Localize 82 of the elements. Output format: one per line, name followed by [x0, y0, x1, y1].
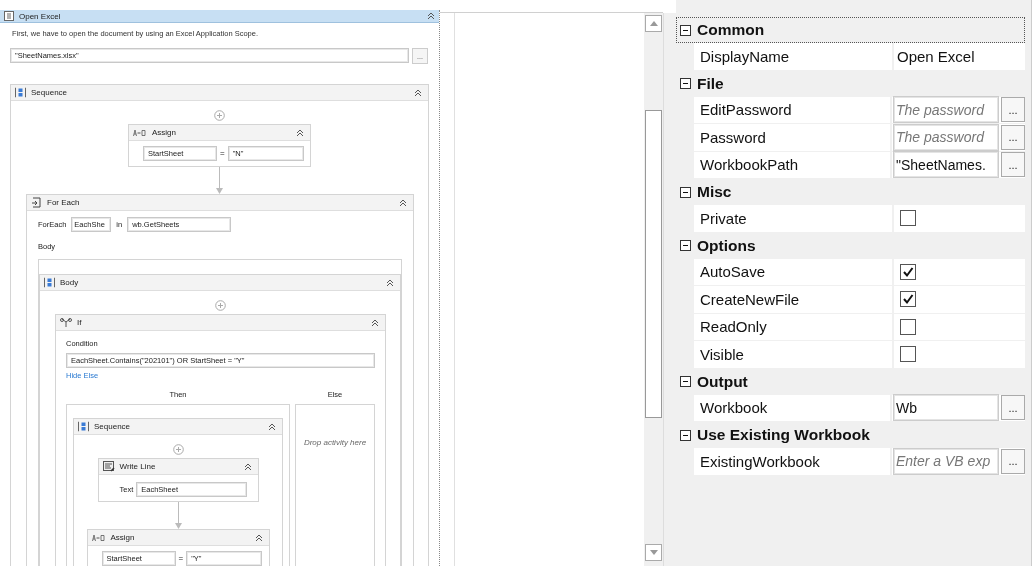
- scrollbar-thumb[interactable]: [645, 110, 662, 418]
- property-name: AutoSave: [694, 258, 892, 285]
- input-field[interactable]: Enter a VB exp: [893, 447, 999, 475]
- browse-button[interactable]: ...: [1001, 448, 1025, 474]
- property-name: Workbook: [694, 394, 890, 421]
- scrollbar[interactable]: [644, 13, 663, 566]
- up-arrow-icon: [649, 21, 658, 26]
- scope-icon: [4, 11, 14, 21]
- checkbox[interactable]: [900, 318, 916, 335]
- category-header[interactable]: Output: [676, 368, 1025, 395]
- collapse-icon[interactable]: [680, 429, 691, 441]
- checkmark-icon: [902, 293, 914, 306]
- activity-title: If: [77, 318, 83, 327]
- equals-sign: =: [220, 149, 225, 158]
- activity-title: Sequence: [94, 422, 132, 431]
- category-title: File: [697, 74, 724, 93]
- browse-button[interactable]: ...: [1001, 395, 1025, 421]
- property-name: DisplayName: [694, 43, 892, 70]
- collapse-icon[interactable]: [680, 24, 691, 36]
- sequence-icon: [15, 87, 26, 98]
- collapse-icon[interactable]: [254, 533, 263, 542]
- connector-arrow: [215, 167, 224, 194]
- collapse-icon[interactable]: [680, 240, 691, 251]
- property-name: EditPassword: [694, 96, 890, 123]
- activity-title: Open Excel: [19, 11, 62, 21]
- property-name: Private: [694, 205, 892, 232]
- collapse-icon[interactable]: [268, 422, 276, 431]
- input-field[interactable]: "SheetNames.: [893, 151, 999, 179]
- category-header[interactable]: File: [676, 70, 1025, 97]
- scroll-up-button[interactable]: [645, 15, 662, 32]
- checkbox[interactable]: [900, 346, 916, 363]
- checkbox[interactable]: [900, 263, 916, 280]
- category-header[interactable]: Options: [676, 232, 1025, 259]
- connector-arrow: [173, 502, 183, 529]
- input-field[interactable]: The password: [893, 123, 999, 151]
- collapse-icon[interactable]: [399, 198, 407, 207]
- activity-title: Sequence: [31, 88, 69, 97]
- collapse-icon[interactable]: [371, 318, 379, 327]
- input-field[interactable]: The password: [893, 96, 999, 124]
- category-title: Common: [697, 21, 765, 39]
- property-name: ReadOnly: [694, 313, 892, 340]
- collapse-icon[interactable]: [680, 186, 691, 198]
- activity-title: Write Line: [119, 462, 157, 471]
- category-header[interactable]: Misc: [676, 179, 1025, 205]
- assign-icon: [133, 128, 147, 137]
- activity-title: Assign: [110, 533, 136, 542]
- assign-icon: [91, 533, 106, 542]
- activity-title: Body: [60, 278, 80, 287]
- collapse-icon[interactable]: [414, 88, 422, 97]
- browse-button[interactable]: ...: [1001, 152, 1025, 178]
- loop-icon: [31, 197, 42, 208]
- property-name: CreateNewFile: [694, 286, 892, 313]
- activity-title: For Each: [47, 198, 81, 207]
- collapse-icon[interactable]: [386, 278, 394, 287]
- collapse-icon[interactable]: [680, 376, 691, 387]
- sequence-icon: [78, 421, 89, 432]
- checkbox[interactable]: [900, 291, 916, 308]
- property-name: Visible: [694, 341, 892, 368]
- browse-button[interactable]: ...: [1001, 97, 1025, 123]
- equals-sign: =: [178, 554, 184, 563]
- property-name: ExistingWorkbook: [694, 448, 890, 475]
- checkmark-icon: [902, 265, 914, 278]
- category-title: Use Existing Workbook: [697, 426, 870, 444]
- property-name: WorkbookPath: [694, 151, 890, 178]
- down-arrow-icon: [649, 550, 658, 555]
- sequence-icon: [44, 277, 55, 288]
- property-value: Open Excel: [896, 47, 975, 65]
- activity-title: Assign: [152, 128, 177, 137]
- category-title: Misc: [697, 183, 732, 201]
- property-name: Password: [694, 124, 890, 151]
- category-title: Output: [697, 372, 748, 391]
- collapse-icon[interactable]: [680, 78, 691, 89]
- branch-icon: [60, 317, 72, 328]
- category-title: Options: [697, 236, 756, 255]
- category-header[interactable]: Use Existing Workbook: [676, 422, 1025, 448]
- scroll-down-button[interactable]: [645, 544, 662, 561]
- drop-hint: Drop activity here: [302, 437, 368, 447]
- collapse-icon[interactable]: [296, 128, 304, 137]
- collapse-icon[interactable]: [243, 462, 252, 471]
- checkbox[interactable]: [900, 210, 916, 227]
- browse-button[interactable]: ...: [1001, 124, 1025, 150]
- input-field[interactable]: Wb: [893, 394, 999, 422]
